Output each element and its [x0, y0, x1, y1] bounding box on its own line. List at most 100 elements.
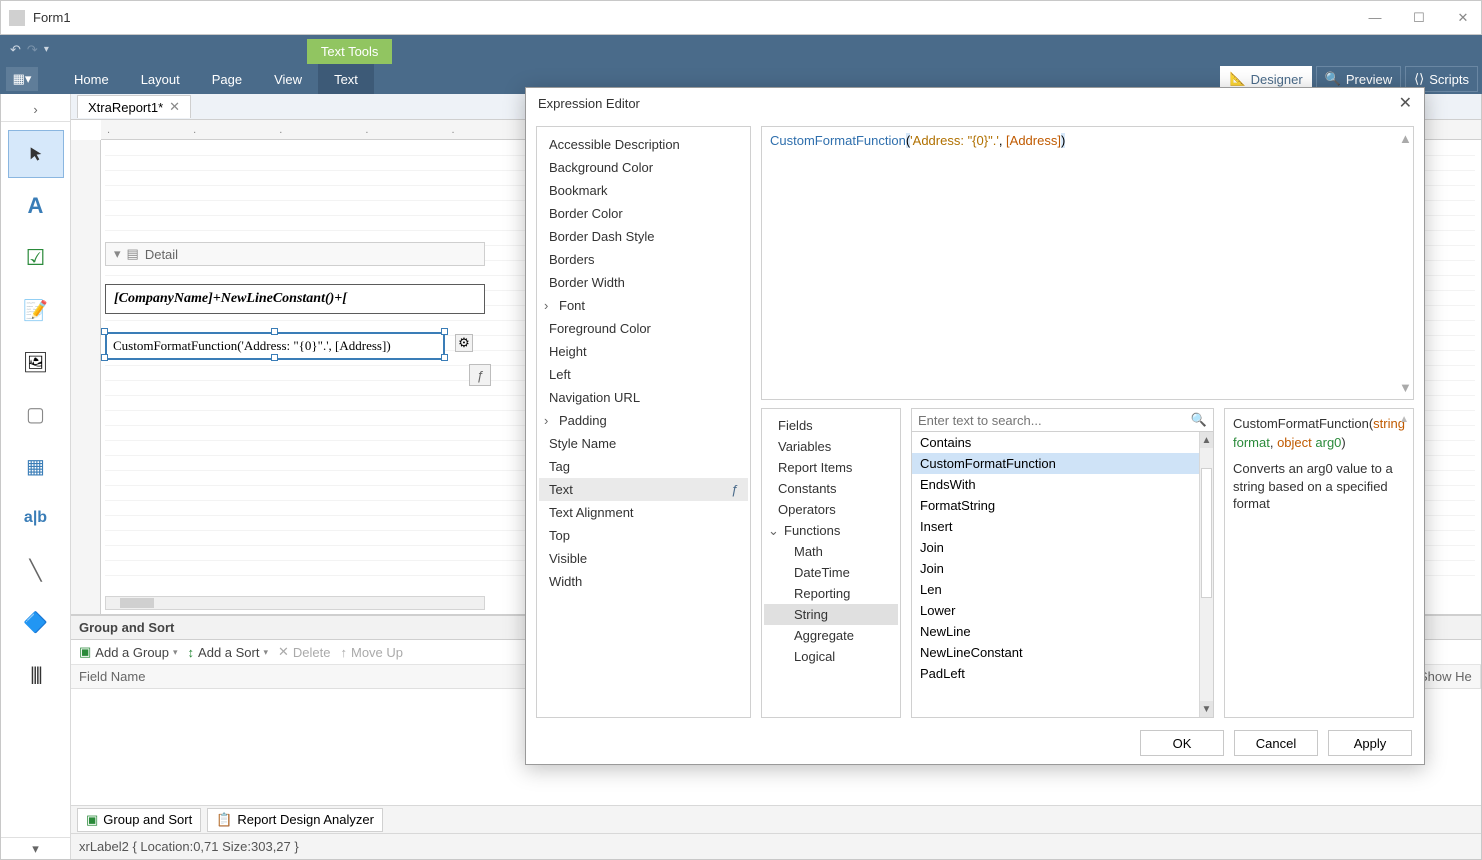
- property-item-height[interactable]: Height: [539, 340, 748, 363]
- category-item-logical[interactable]: Logical: [764, 646, 898, 667]
- property-item-border-color[interactable]: Border Color: [539, 202, 748, 225]
- property-item-left[interactable]: Left: [539, 363, 748, 386]
- function-item-newline[interactable]: NewLine: [912, 621, 1213, 642]
- function-item-padleft[interactable]: PadLeft: [912, 663, 1213, 684]
- ok-button[interactable]: OK: [1140, 730, 1224, 756]
- property-item-foreground-color[interactable]: Foreground Color: [539, 317, 748, 340]
- tool-table[interactable]: ▦: [8, 442, 64, 490]
- property-item-style-name[interactable]: Style Name: [539, 432, 748, 455]
- property-item-border-dash-style[interactable]: Border Dash Style: [539, 225, 748, 248]
- function-scrollbar[interactable]: ▲ ▼: [1199, 432, 1213, 717]
- tool-panel[interactable]: ▢: [8, 390, 64, 438]
- property-item-font[interactable]: Font: [539, 294, 748, 317]
- function-item-endswith[interactable]: EndsWith: [912, 474, 1213, 495]
- tool-checkbox[interactable]: ☑: [8, 234, 64, 282]
- resize-handle-s[interactable]: [271, 354, 278, 361]
- category-item-report-items[interactable]: Report Items: [764, 457, 898, 478]
- function-item-contains[interactable]: Contains: [912, 432, 1213, 453]
- add-sort-button[interactable]: ↕Add a Sort▾: [188, 645, 268, 660]
- category-item-variables[interactable]: Variables: [764, 436, 898, 457]
- category-item-datetime[interactable]: DateTime: [764, 562, 898, 583]
- window-minimize-button[interactable]: —: [1365, 8, 1385, 28]
- property-item-text[interactable]: Textƒ: [539, 478, 748, 501]
- category-item-string[interactable]: String: [764, 604, 898, 625]
- property-item-visible[interactable]: Visible: [539, 547, 748, 570]
- property-item-navigation-url[interactable]: Navigation URL: [539, 386, 748, 409]
- search-icon[interactable]: 🔍: [1191, 412, 1207, 428]
- window-close-button[interactable]: ✕: [1453, 8, 1473, 28]
- function-item-join[interactable]: Join: [912, 558, 1213, 579]
- resize-handle-n[interactable]: [271, 328, 278, 335]
- resize-handle-nw[interactable]: [101, 328, 108, 335]
- file-menu-button[interactable]: ▦▾: [6, 67, 38, 91]
- function-item-insert[interactable]: Insert: [912, 516, 1213, 537]
- tool-richtext[interactable]: 📝: [8, 286, 64, 334]
- func-scroll-down[interactable]: ▼: [1200, 701, 1213, 717]
- function-item-lower[interactable]: Lower: [912, 600, 1213, 621]
- property-item-border-width[interactable]: Border Width: [539, 271, 748, 294]
- tab-text[interactable]: Text: [318, 64, 374, 94]
- expression-tag-button[interactable]: ƒ: [469, 364, 491, 386]
- property-list[interactable]: Accessible DescriptionBackground ColorBo…: [536, 126, 751, 718]
- category-list[interactable]: FieldsVariablesReport ItemsConstantsOper…: [761, 408, 901, 718]
- tool-line[interactable]: ╲: [8, 546, 64, 594]
- function-search-input[interactable]: [918, 413, 1191, 428]
- category-item-math[interactable]: Math: [764, 541, 898, 562]
- expr-scroll-down[interactable]: ▼: [1399, 380, 1411, 395]
- document-tab-close[interactable]: ✕: [169, 99, 180, 115]
- function-item-newlineconstant[interactable]: NewLineConstant: [912, 642, 1213, 663]
- expression-textarea[interactable]: CustomFormatFunction('Address: "{0}".', …: [761, 126, 1414, 400]
- tab-page[interactable]: Page: [196, 64, 258, 94]
- function-item-len[interactable]: Len: [912, 579, 1213, 600]
- resize-handle-ne[interactable]: [441, 328, 448, 335]
- document-tab-xtrareport1[interactable]: XtraReport1* ✕: [77, 95, 191, 118]
- dialog-close-button[interactable]: ✕: [1399, 93, 1412, 113]
- horizontal-scrollbar[interactable]: [105, 596, 485, 610]
- toolbox-expand-button[interactable]: ›: [1, 98, 70, 122]
- func-scroll-up[interactable]: ▲: [1200, 432, 1213, 448]
- property-item-tag[interactable]: Tag: [539, 455, 748, 478]
- property-item-text-alignment[interactable]: Text Alignment: [539, 501, 748, 524]
- tool-label[interactable]: A: [8, 182, 64, 230]
- window-maximize-button[interactable]: ☐: [1409, 8, 1429, 28]
- scrollbar-thumb[interactable]: [120, 598, 154, 608]
- tab-view[interactable]: View: [258, 64, 318, 94]
- xrlabel1-cell[interactable]: [CompanyName]+NewLineConstant()+[: [105, 284, 485, 314]
- property-item-width[interactable]: Width: [539, 570, 748, 593]
- property-item-accessible-description[interactable]: Accessible Description: [539, 133, 748, 156]
- desc-scroll-up[interactable]: ▲: [1399, 413, 1409, 427]
- category-item-aggregate[interactable]: Aggregate: [764, 625, 898, 646]
- resize-handle-sw[interactable]: [101, 354, 108, 361]
- function-item-join[interactable]: Join: [912, 537, 1213, 558]
- func-scroll-thumb[interactable]: [1201, 468, 1212, 598]
- redo-button[interactable]: ↷: [27, 42, 38, 58]
- category-item-operators[interactable]: Operators: [764, 499, 898, 520]
- tab-layout[interactable]: Layout: [125, 64, 196, 94]
- function-item-customformatfunction[interactable]: CustomFormatFunction: [912, 453, 1213, 474]
- property-item-top[interactable]: Top: [539, 524, 748, 547]
- bottom-tab-group-sort[interactable]: ▣Group and Sort: [77, 808, 201, 832]
- smart-tag-button[interactable]: ⚙: [455, 334, 473, 352]
- cancel-button[interactable]: Cancel: [1234, 730, 1318, 756]
- property-item-background-color[interactable]: Background Color: [539, 156, 748, 179]
- band-collapse-icon[interactable]: ▾: [114, 246, 121, 262]
- tool-character-comb[interactable]: a|b: [8, 494, 64, 542]
- dialog-titlebar[interactable]: Expression Editor ✕: [526, 88, 1424, 118]
- undo-button[interactable]: ↶: [10, 42, 21, 58]
- property-item-padding[interactable]: Padding: [539, 409, 748, 432]
- property-item-borders[interactable]: Borders: [539, 248, 748, 271]
- function-list[interactable]: ContainsCustomFormatFunctionEndsWithForm…: [912, 432, 1213, 717]
- category-item-constants[interactable]: Constants: [764, 478, 898, 499]
- property-item-bookmark[interactable]: Bookmark: [539, 179, 748, 202]
- resize-handle-se[interactable]: [441, 354, 448, 361]
- tool-pointer[interactable]: [8, 130, 64, 178]
- category-item-reporting[interactable]: Reporting: [764, 583, 898, 604]
- tab-home[interactable]: Home: [58, 64, 125, 94]
- apply-button[interactable]: Apply: [1328, 730, 1412, 756]
- add-group-button[interactable]: ▣Add a Group▾: [79, 644, 178, 660]
- bottom-tab-report-analyzer[interactable]: 📋Report Design Analyzer: [207, 808, 383, 832]
- tool-picture[interactable]: 🖼: [8, 338, 64, 386]
- tool-shape[interactable]: 🔷: [8, 598, 64, 646]
- category-item-functions[interactable]: Functions: [764, 520, 898, 541]
- category-item-fields[interactable]: Fields: [764, 415, 898, 436]
